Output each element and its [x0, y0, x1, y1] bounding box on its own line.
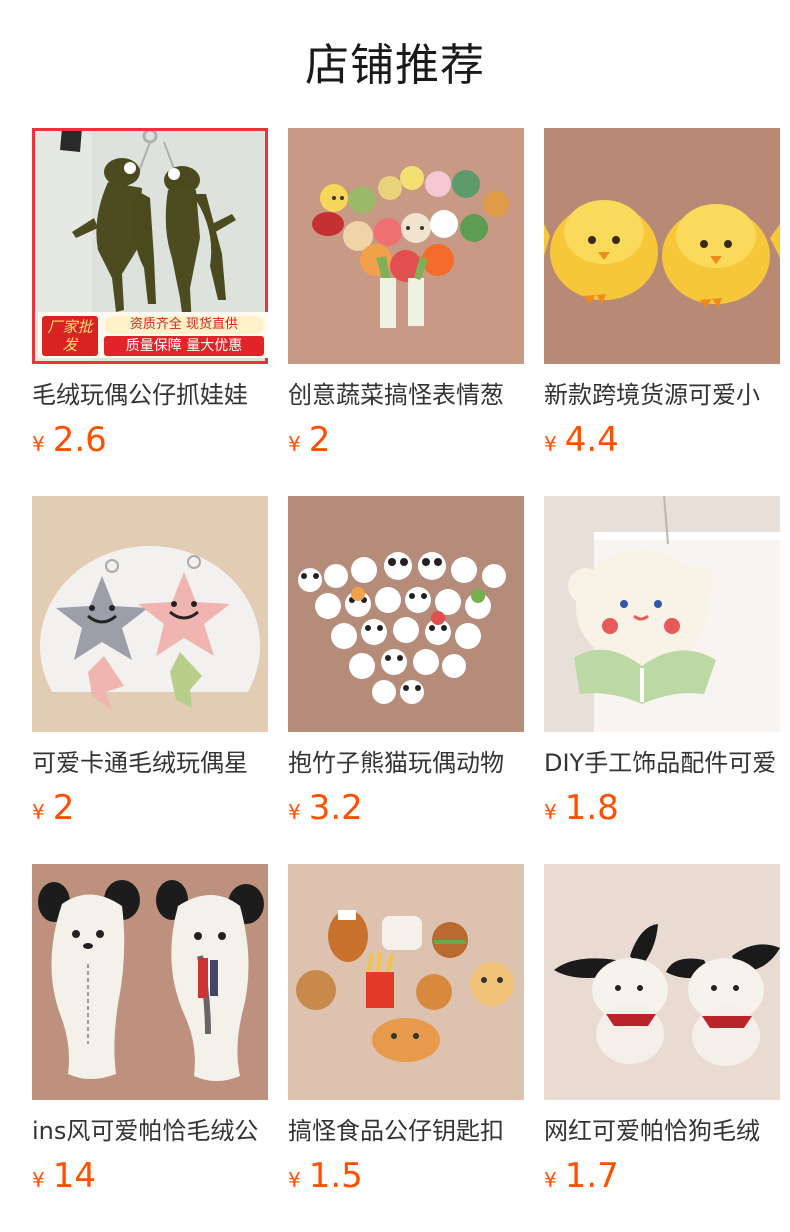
- product-price: ¥14: [32, 1156, 96, 1196]
- product-price: ¥2: [32, 788, 74, 828]
- product-title[interactable]: 搞怪食品公仔钥匙扣: [288, 1114, 524, 1148]
- section-title: 店铺推荐: [305, 40, 485, 91]
- product-card[interactable]: 厂家批发 资质齐全 现货直供 质量保障 量大优惠 毛绒玩偶公仔抓娃娃 ¥2.6: [32, 128, 268, 468]
- product-title[interactable]: DIY手工饰品配件可爱: [544, 746, 780, 780]
- product-title[interactable]: 可爱卡通毛绒玩偶星: [32, 746, 268, 780]
- product-title[interactable]: 毛绒玩偶公仔抓娃娃: [32, 378, 268, 412]
- product-price: ¥1.7: [544, 1156, 619, 1196]
- product-image[interactable]: [288, 496, 524, 732]
- product-price: ¥2: [288, 420, 330, 460]
- product-card[interactable]: 可爱卡通毛绒玩偶星 ¥2: [32, 496, 268, 836]
- product-title[interactable]: 创意蔬菜搞怪表情葱: [288, 378, 524, 412]
- product-price: ¥1.5: [288, 1156, 363, 1196]
- product-price: ¥3.2: [288, 788, 363, 828]
- product-price: ¥2.6: [32, 420, 107, 460]
- product-image[interactable]: [32, 864, 268, 1100]
- product-title[interactable]: ins风可爱帕恰毛绒公: [32, 1114, 268, 1148]
- price-value: 3.2: [308, 788, 363, 828]
- currency-symbol: ¥: [544, 432, 557, 456]
- currency-symbol: ¥: [544, 800, 557, 824]
- price-value: 2: [308, 420, 331, 460]
- product-card[interactable]: 创意蔬菜搞怪表情葱 ¥2: [288, 128, 524, 468]
- product-card[interactable]: 抱竹子熊猫玩偶动物 ¥3.2: [288, 496, 524, 836]
- price-value: 2: [52, 788, 75, 828]
- currency-symbol: ¥: [544, 1168, 557, 1192]
- price-value: 1.7: [564, 1156, 619, 1196]
- product-image[interactable]: [544, 128, 780, 364]
- price-value: 1.8: [564, 788, 619, 828]
- product-image[interactable]: [544, 864, 780, 1100]
- product-image[interactable]: [288, 128, 524, 364]
- currency-symbol: ¥: [32, 1168, 45, 1192]
- product-image[interactable]: [288, 864, 524, 1100]
- product-title[interactable]: 新款跨境货源可爱小: [544, 378, 780, 412]
- product-price: ¥4.4: [544, 420, 619, 460]
- currency-symbol: ¥: [288, 432, 301, 456]
- product-card[interactable]: 新款跨境货源可爱小 ¥4.4: [544, 128, 780, 468]
- currency-symbol: ¥: [288, 800, 301, 824]
- product-card[interactable]: ins风可爱帕恰毛绒公 ¥14: [32, 864, 268, 1204]
- product-image[interactable]: 厂家批发 资质齐全 现货直供 质量保障 量大优惠: [32, 128, 268, 364]
- product-image[interactable]: [544, 496, 780, 732]
- product-card[interactable]: DIY手工饰品配件可爱 ¥1.8: [544, 496, 780, 836]
- price-value: 2.6: [52, 420, 107, 460]
- currency-symbol: ¥: [32, 800, 45, 824]
- price-value: 14: [52, 1156, 96, 1196]
- product-card[interactable]: 网红可爱帕恰狗毛绒 ¥1.7: [544, 864, 780, 1204]
- product-title[interactable]: 网红可爱帕恰狗毛绒: [544, 1114, 780, 1148]
- product-title[interactable]: 抱竹子熊猫玩偶动物: [288, 746, 524, 780]
- price-value: 4.4: [564, 420, 619, 460]
- price-value: 1.5: [308, 1156, 363, 1196]
- currency-symbol: ¥: [32, 432, 45, 456]
- product-image[interactable]: [32, 496, 268, 732]
- product-price: ¥1.8: [544, 788, 619, 828]
- product-card[interactable]: 搞怪食品公仔钥匙扣 ¥1.5: [288, 864, 524, 1204]
- currency-symbol: ¥: [288, 1168, 301, 1192]
